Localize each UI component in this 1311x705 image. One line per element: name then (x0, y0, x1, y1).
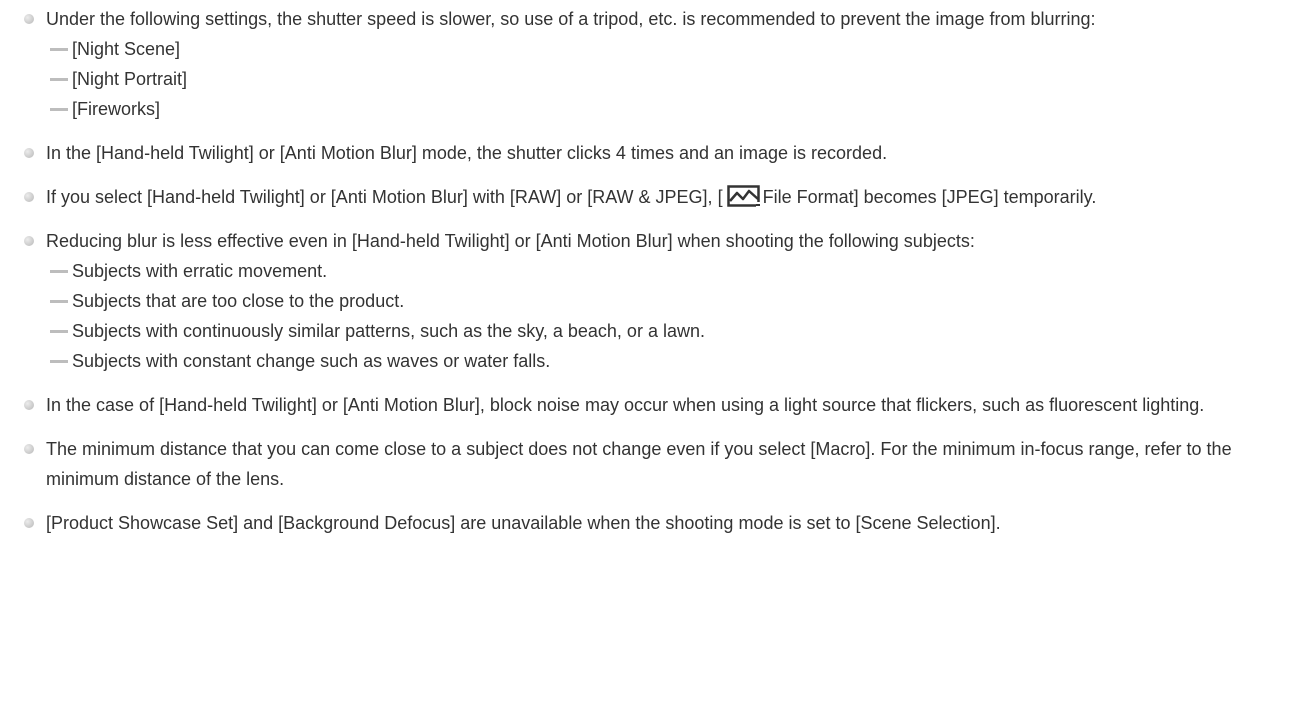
note-item: If you select [Hand-held Twilight] or [A… (16, 182, 1271, 212)
note-text: In the case of [Hand-held Twilight] or [… (46, 395, 1205, 415)
bullet-icon (24, 14, 34, 24)
sub-item: Subjects with constant change such as wa… (50, 346, 1271, 376)
sub-list: [Night Scene] [Night Portrait] [Firework… (46, 34, 1271, 124)
sub-item: [Night Scene] (50, 34, 1271, 64)
bullet-icon (24, 400, 34, 410)
note-text-after-icon: File Format] becomes [JPEG] temporarily. (762, 187, 1097, 207)
note-item: In the [Hand-held Twilight] or [Anti Mot… (16, 138, 1271, 168)
dash-icon (50, 48, 68, 51)
bullet-icon (24, 148, 34, 158)
note-item: Under the following settings, the shutte… (16, 4, 1271, 124)
dash-icon (50, 300, 68, 303)
dash-icon (50, 108, 68, 111)
note-text: If you select [Hand-held Twilight] or [A… (46, 182, 1271, 212)
notes-list: Under the following settings, the shutte… (0, 0, 1311, 538)
note-text: [Product Showcase Set] and [Background D… (46, 513, 1001, 533)
note-item: Reducing blur is less effective even in … (16, 226, 1271, 376)
sub-item-text: [Fireworks] (72, 99, 161, 119)
sub-item: Subjects that are too close to the produ… (50, 286, 1271, 316)
dash-icon (50, 78, 68, 81)
sub-item: Subjects with erratic movement. (50, 256, 1271, 286)
sub-item-text: Subjects with continuously similar patte… (72, 321, 705, 341)
note-text: The minimum distance that you can come c… (46, 439, 1232, 489)
sub-item: [Fireworks] (50, 94, 1271, 124)
sub-item-text: Subjects with erratic movement. (72, 261, 328, 281)
sub-item-text: Subjects with constant change such as wa… (72, 351, 551, 371)
sub-item-text: [Night Scene] (72, 39, 181, 59)
sub-item: Subjects with continuously similar patte… (50, 316, 1271, 346)
still-image-icon (726, 185, 761, 207)
dash-icon (50, 270, 68, 273)
bullet-icon (24, 236, 34, 246)
dash-icon (50, 330, 68, 333)
note-text-before-icon: If you select [Hand-held Twilight] or [A… (46, 187, 723, 207)
sub-list: Subjects with erratic movement. Subjects… (46, 256, 1271, 376)
note-item: [Product Showcase Set] and [Background D… (16, 508, 1271, 538)
bullet-icon (24, 192, 34, 202)
note-text: Under the following settings, the shutte… (46, 9, 1096, 29)
note-text: In the [Hand-held Twilight] or [Anti Mot… (46, 143, 888, 163)
sub-item: [Night Portrait] (50, 64, 1271, 94)
bullet-icon (24, 518, 34, 528)
dash-icon (50, 360, 68, 363)
note-text: Reducing blur is less effective even in … (46, 231, 975, 251)
sub-item-text: Subjects that are too close to the produ… (72, 291, 405, 311)
sub-item-text: [Night Portrait] (72, 69, 188, 89)
note-item: In the case of [Hand-held Twilight] or [… (16, 390, 1271, 420)
bullet-icon (24, 444, 34, 454)
note-item: The minimum distance that you can come c… (16, 434, 1271, 494)
